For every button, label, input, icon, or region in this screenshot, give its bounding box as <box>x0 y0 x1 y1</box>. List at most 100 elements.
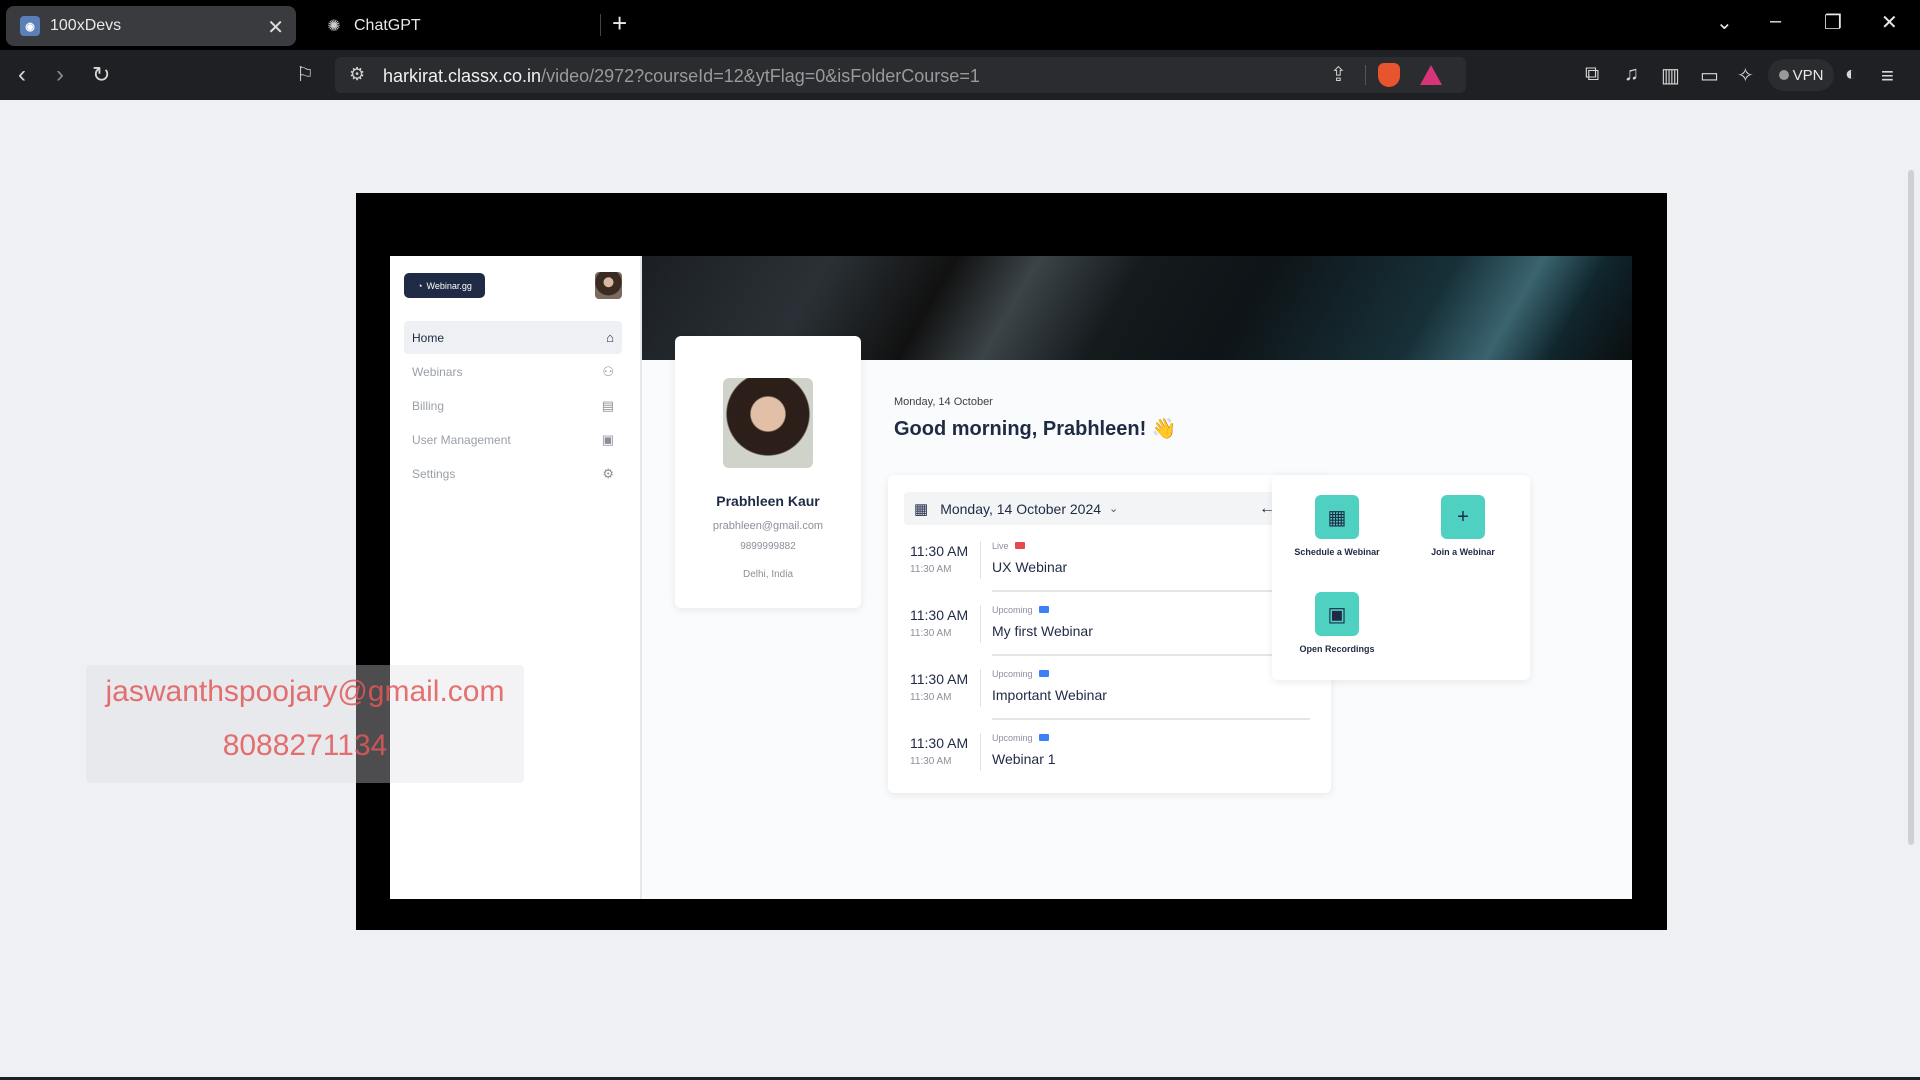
maximize-button[interactable]: ❐ <box>1824 10 1842 35</box>
vpn-label: VPN <box>1792 66 1824 84</box>
tab-strip: ◉ 100xDevs ✕ ✺ ChatGPT + ⌄ – ❐ ✕ <box>0 0 1920 50</box>
upcoming-tag-icon <box>1038 670 1049 677</box>
divider <box>980 605 981 643</box>
tab-search-chevron-icon[interactable]: ⌄ <box>1716 10 1733 35</box>
profile-card: Prabhleen Kaur prabhleen@gmail.com 98999… <box>675 336 861 608</box>
status-badge: Live <box>992 541 1025 551</box>
event-title: UX Webinar <box>992 559 1068 575</box>
app-sidebar: ◔ Webinar.gg Home ⌂ Webinars ⚇ Billing ▤… <box>390 256 642 899</box>
sidebar-item-user-management[interactable]: User Management ▣ <box>404 423 622 456</box>
schedule-date-picker[interactable]: ▦ Monday, 14 October 2024 ⌄ ← → <box>904 492 1315 525</box>
site-settings-icon[interactable]: ⚙ <box>349 64 365 85</box>
tab-chatgpt[interactable]: ✺ ChatGPT <box>310 6 600 46</box>
page-scrollbar[interactable] <box>1908 170 1914 845</box>
calendar-icon: ▦ <box>914 500 929 518</box>
media-icon[interactable]: ♫ <box>1624 63 1639 86</box>
chevron-down-icon[interactable]: ⌄ <box>1109 502 1118 515</box>
reload-button[interactable]: ↻ <box>92 61 110 89</box>
event-title: Important Webinar <box>992 687 1107 703</box>
divider <box>992 718 1310 720</box>
schedule-date-label: Monday, 14 October 2024 <box>940 500 1102 517</box>
sidebar-item-home[interactable]: Home ⌂ <box>404 321 622 354</box>
list-item[interactable]: 11:30 AM 11:30 AM Live UX Webinar <box>910 535 1310 592</box>
divider <box>980 733 981 771</box>
tab-title: 100xDevs <box>50 17 122 34</box>
profile-email: prabhleen@gmail.com <box>712 520 824 532</box>
list-item[interactable]: 11:30 AM 11:30 AM Upcoming Webinar 1 <box>910 727 1310 783</box>
sidebar-toggle-icon[interactable]: ▥ <box>1661 63 1680 88</box>
address-bar[interactable]: ⚙ harkirat.classx.co.in/video/2972?cours… <box>335 57 1466 93</box>
video-player[interactable]: ◔ Webinar.gg Home ⌂ Webinars ⚇ Billing ▤… <box>356 193 1667 930</box>
extensions-icon[interactable]: ⧉ <box>1585 63 1599 86</box>
sidebar-item-label: User Management <box>412 432 511 447</box>
profile-phone: 9899999882 <box>740 541 796 552</box>
watermark-phone: 8088271134 <box>222 729 388 762</box>
event-time: 11:30 AM <box>910 607 969 623</box>
app-main: Prabhleen Kaur prabhleen@gmail.com 98999… <box>642 256 1632 899</box>
tab-title: ChatGPT <box>354 17 421 34</box>
event-title: My first Webinar <box>992 623 1093 639</box>
minimize-button[interactable]: – <box>1770 10 1781 33</box>
event-time-sub: 11:30 AM <box>910 564 952 575</box>
new-tab-button[interactable]: + <box>612 8 627 39</box>
open-recordings-button[interactable]: ▣ Open Recordings <box>1282 592 1392 654</box>
tab-separator <box>600 14 601 36</box>
divider <box>992 590 1310 592</box>
schedule-card: ▦ Monday, 14 October 2024 ⌄ ← → 11:30 AM… <box>888 475 1331 793</box>
join-webinar-button[interactable]: + Join a Webinar <box>1408 495 1518 557</box>
sidebar-item-billing[interactable]: Billing ▤ <box>404 389 622 422</box>
app-logo[interactable]: ◔ Webinar.gg <box>404 273 485 298</box>
live-tag-icon <box>1014 542 1025 549</box>
status-badge: Upcoming <box>992 605 1049 615</box>
divider <box>980 669 981 707</box>
profile-photo <box>723 378 813 468</box>
share-icon[interactable]: ⇪ <box>1330 62 1347 87</box>
settings-icon: ⚙ <box>602 465 614 481</box>
home-icon: ⌂ <box>606 330 614 345</box>
tab-100xdevs[interactable]: ◉ 100xDevs ✕ <box>6 6 296 46</box>
sidebar-item-label: Settings <box>412 466 456 481</box>
divider <box>980 541 981 579</box>
action-label: Open Recordings <box>1299 644 1375 654</box>
calendar-icon: ▦ <box>1315 495 1359 539</box>
logo-text: Webinar.gg <box>426 280 472 291</box>
user-card-icon: ▣ <box>601 431 614 447</box>
webinar-app-frame: ◔ Webinar.gg Home ⌂ Webinars ⚇ Billing ▤… <box>390 256 1632 899</box>
event-time: 11:30 AM <box>910 735 969 751</box>
status-badge: Upcoming <box>992 733 1049 743</box>
list-item[interactable]: 11:30 AM 11:30 AM Upcoming My first Webi… <box>910 599 1310 656</box>
vpn-button[interactable]: VPN <box>1768 59 1834 91</box>
browser-toolbar: ‹ › ↻ ⚐ ⚙ harkirat.classx.co.in/video/29… <box>0 50 1920 100</box>
upcoming-tag-icon <box>1038 734 1049 741</box>
close-window-button[interactable]: ✕ <box>1881 10 1898 35</box>
brave-rewards-icon[interactable] <box>1420 65 1442 85</box>
leo-ai-icon[interactable]: ✧ <box>1737 63 1754 88</box>
forward-button[interactable]: › <box>56 61 64 89</box>
bookmark-icon[interactable]: ⚐ <box>296 61 314 89</box>
back-button[interactable]: ‹ <box>18 61 26 89</box>
list-item[interactable]: 11:30 AM 11:30 AM Upcoming Important Web… <box>910 663 1310 720</box>
avatar[interactable] <box>595 272 622 299</box>
schedule-webinar-button[interactable]: ▦ Schedule a Webinar <box>1282 495 1392 557</box>
upcoming-tag-icon <box>1038 606 1049 613</box>
brave-shields-icon[interactable] <box>1378 63 1400 87</box>
users-icon: ⚇ <box>602 363 614 379</box>
divider <box>992 654 1310 656</box>
watermark: jaswanthspoojary@gmail.com 8088271134 <box>86 665 524 783</box>
page-title: Good morning, Prabhleen! 👋 <box>894 418 1177 440</box>
action-label: Join a Webinar <box>1431 547 1495 557</box>
card-icon: ▤ <box>601 397 614 413</box>
event-time-sub: 11:30 AM <box>910 692 952 703</box>
wallet-icon[interactable]: ▭ <box>1700 63 1719 88</box>
logo-mark-icon: ◔ <box>417 280 423 291</box>
current-date: Monday, 14 October <box>894 396 993 408</box>
close-tab-icon[interactable]: ✕ <box>267 15 284 40</box>
menu-icon[interactable]: ≡ <box>1881 63 1894 89</box>
event-time-sub: 11:30 AM <box>910 756 952 767</box>
status-badge: Upcoming <box>992 669 1049 679</box>
url-text[interactable]: harkirat.classx.co.in/video/2972?courseI… <box>383 66 980 87</box>
sidebar-item-settings[interactable]: Settings ⚙ <box>404 457 622 490</box>
sidebar-item-webinars[interactable]: Webinars ⚇ <box>404 355 622 388</box>
quick-actions-card: ▦ Schedule a Webinar + Join a Webinar ▣ … <box>1272 475 1530 680</box>
profile-icon[interactable]: ◐ <box>1845 63 1857 86</box>
